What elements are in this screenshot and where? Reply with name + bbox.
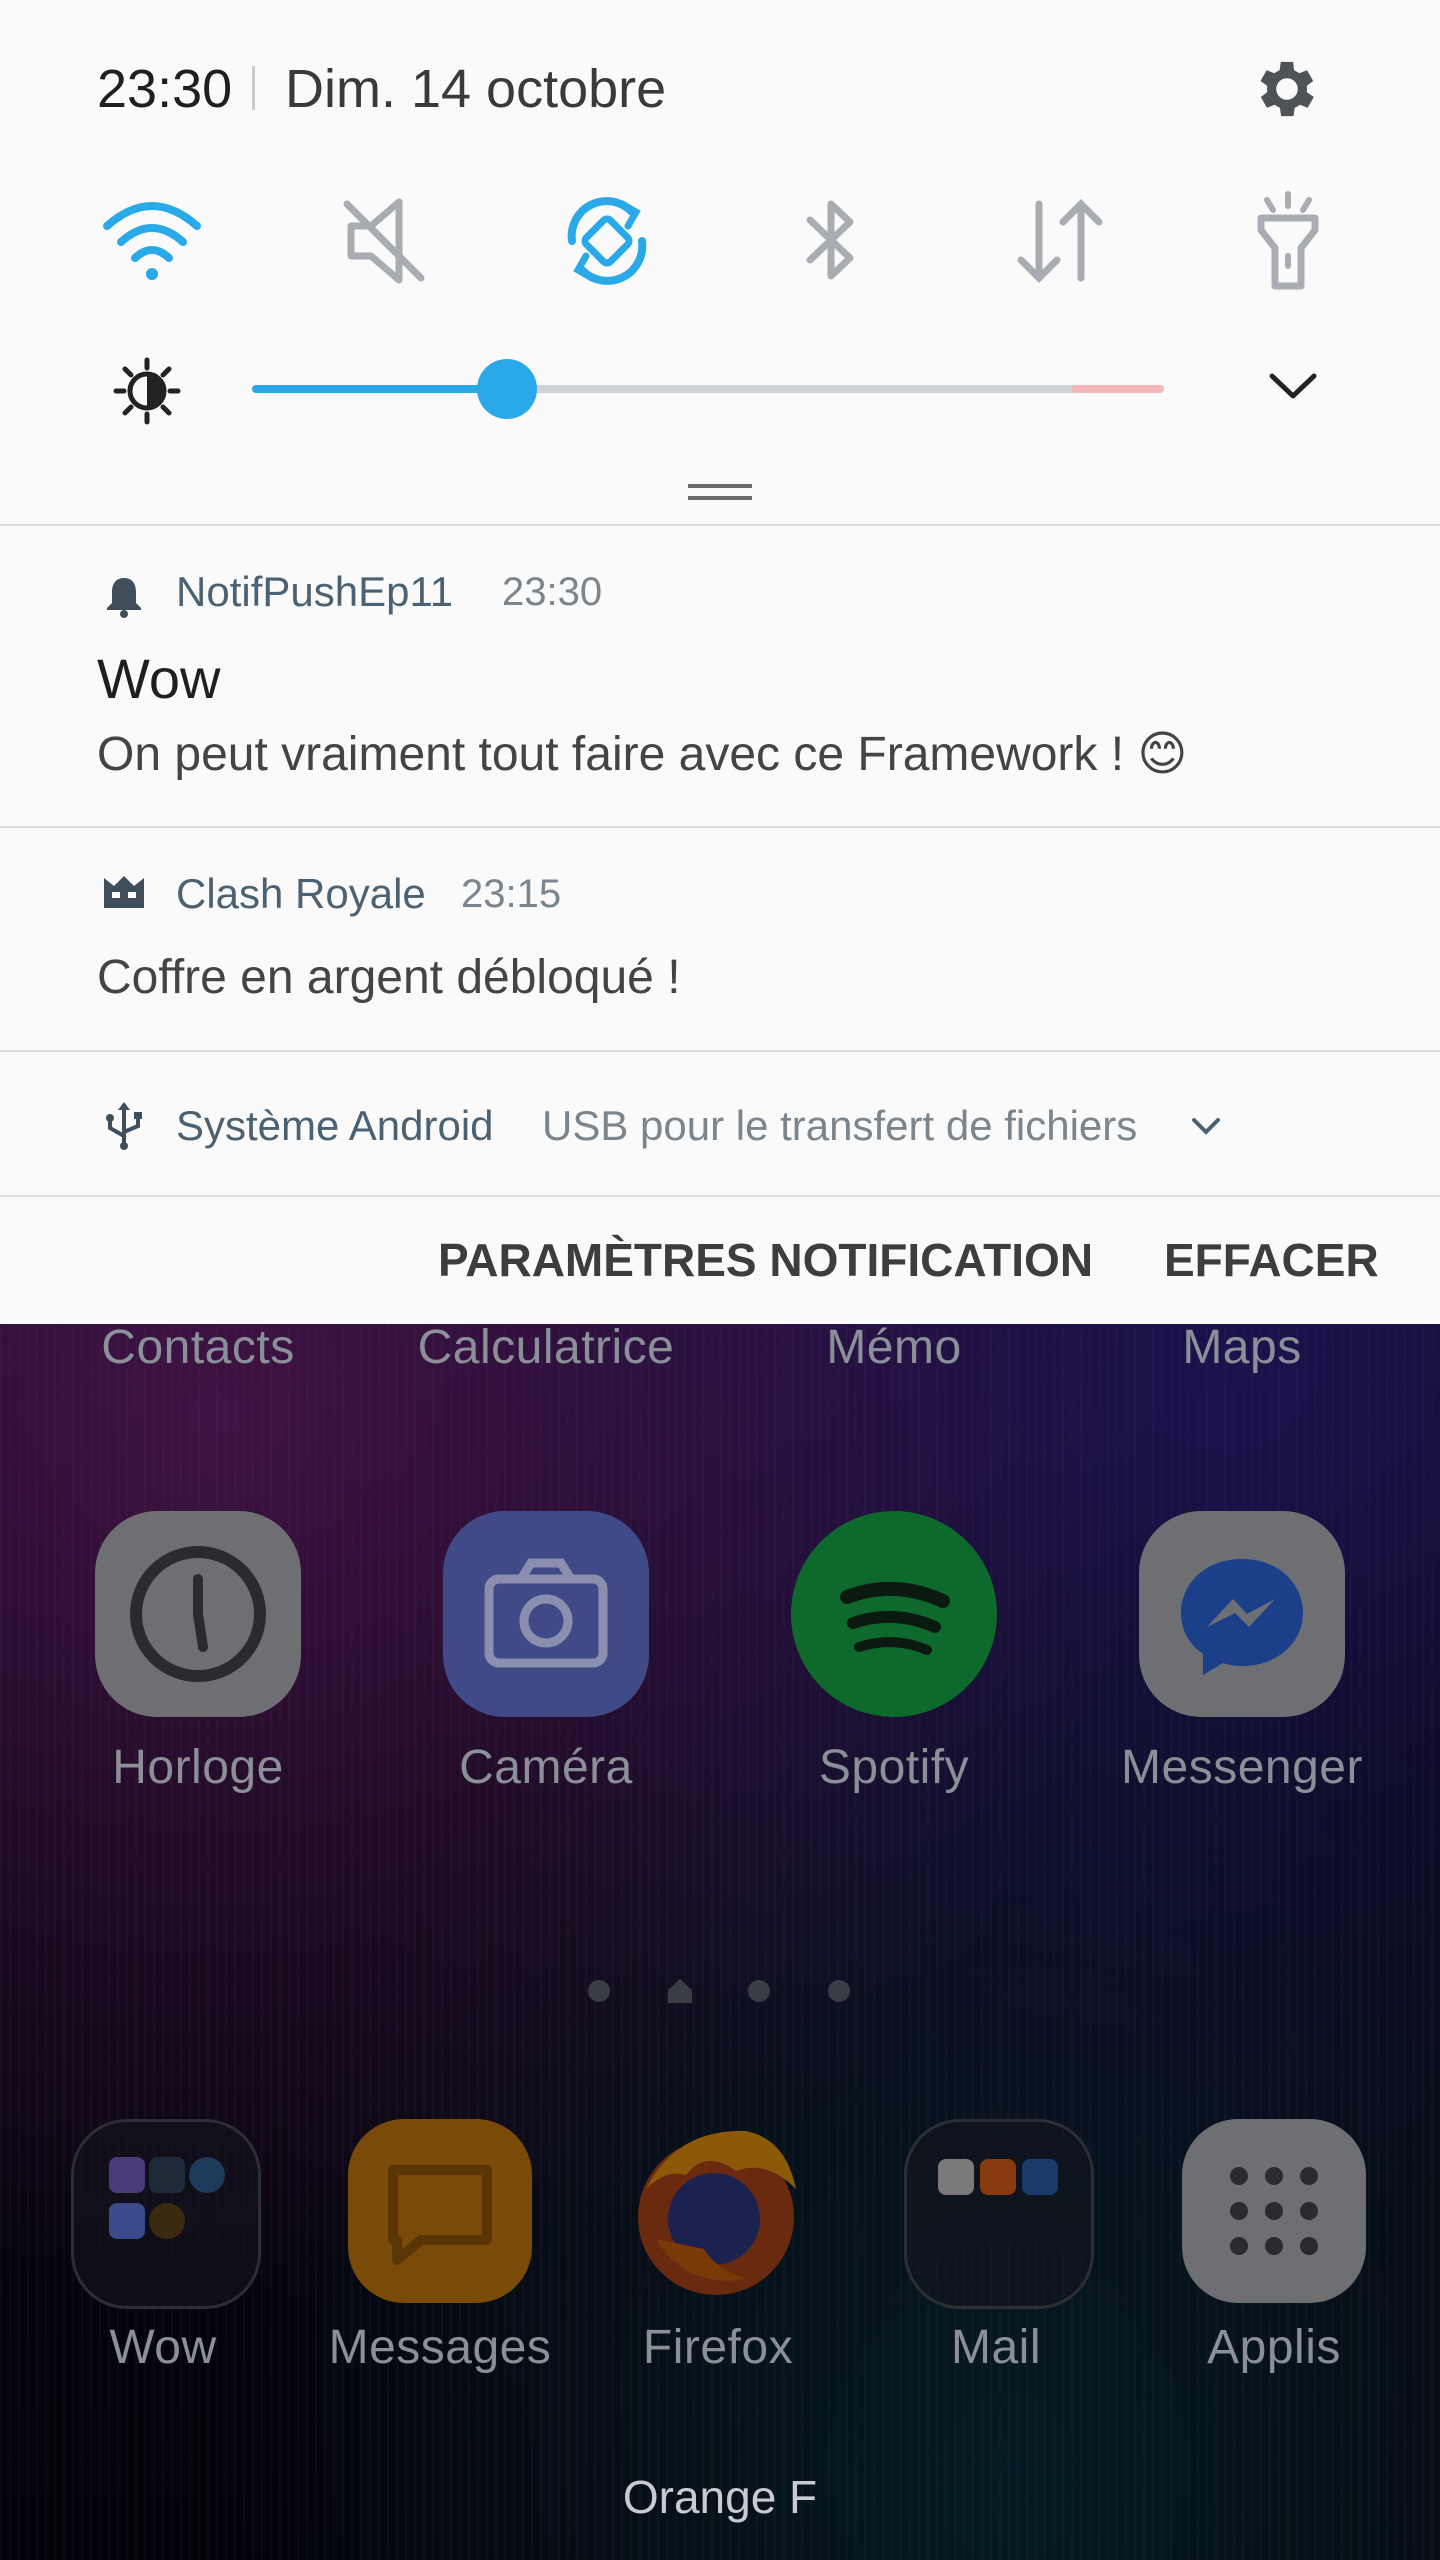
notification-time: 23:15: [461, 872, 562, 916]
firefox-icon: [638, 2130, 796, 2295]
notification-app-name: NotifPushEp11: [176, 568, 454, 615]
clash-royale-icon: [104, 876, 144, 908]
clock-time: 23:30: [97, 59, 233, 119]
chevron-down-icon[interactable]: [1266, 366, 1320, 406]
qs-rotate-toggle[interactable]: [552, 186, 662, 296]
wow-folder[interactable]: [71, 2119, 261, 2309]
qs-wifi-toggle[interactable]: [97, 186, 207, 296]
brightness-icon: [113, 357, 181, 425]
expand-chevron-icon[interactable]: [1188, 1114, 1224, 1140]
notification-actions-bar: PARAMÈTRES NOTIFICATION EFFACER: [0, 1195, 1440, 1324]
home-label-maps[interactable]: Maps: [1092, 1320, 1392, 1375]
header-divider: [252, 66, 255, 110]
carrier-label: Orange F: [622, 2471, 818, 2523]
home-label-contacts[interactable]: Contacts: [48, 1320, 348, 1375]
mail-folder[interactable]: [904, 2119, 1094, 2309]
settings-gear-icon[interactable]: [1250, 52, 1324, 126]
notification-body: On peut vraiment tout faire avec ce Fram…: [97, 728, 1188, 781]
app-label-spotify: Spotify: [818, 1741, 970, 1794]
spotify-icon: [840, 1581, 950, 1655]
page-dot[interactable]: [828, 1980, 850, 2002]
apps-grid-icon: [1230, 2167, 1318, 2255]
home-page-icon[interactable]: [664, 1976, 696, 2006]
flashlight-icon: [1257, 191, 1319, 290]
notification-shade: 23:30 Dim. 14 octobre NotifPushEp11 23:3…: [0, 0, 1440, 1324]
app-label-messenger: Messenger: [1121, 1741, 1363, 1794]
data-icon: [1017, 199, 1103, 283]
usb-icon: [106, 1102, 142, 1150]
brightness-slider-thumb[interactable]: [477, 359, 538, 419]
camera-app-icon[interactable]: [443, 1511, 649, 1717]
messages-app-icon[interactable]: [348, 2119, 532, 2303]
apps-drawer-button[interactable]: [1182, 2119, 1366, 2303]
qs-flashlight-toggle[interactable]: [1233, 186, 1343, 296]
header-date[interactable]: Dim. 14 octobre: [285, 58, 666, 120]
dock-label-wow: Wow: [109, 2321, 217, 2374]
dock-label-firefox: Firefox: [642, 2321, 794, 2374]
messenger-app-icon[interactable]: [1139, 1511, 1345, 1717]
dock-label-mail: Mail: [950, 2321, 1041, 2374]
qs-data-toggle[interactable]: [1005, 186, 1115, 296]
page-dot[interactable]: [748, 1980, 770, 2002]
notification-settings-button[interactable]: PARAMÈTRES NOTIFICATION: [438, 1233, 1093, 1287]
notification-card[interactable]: Clash Royale 23:15 Coffre en argent débl…: [0, 826, 1440, 1050]
brightness-track[interactable]: [252, 359, 1164, 419]
notification-time: 23:30: [502, 570, 603, 614]
spotify-app-icon[interactable]: [791, 1511, 997, 1717]
qs-sound-toggle[interactable]: [329, 186, 439, 296]
bluetooth-icon: [806, 200, 854, 280]
qs-bluetooth-toggle[interactable]: [776, 186, 886, 296]
system-notification[interactable]: Système Android USB pour le transfert de…: [0, 1050, 1440, 1196]
folder-icon: [109, 2157, 225, 2239]
camera-icon: [484, 1558, 608, 1668]
drag-handle[interactable]: [688, 484, 752, 488]
clock-icon: [130, 1546, 266, 1682]
mute-icon: [343, 198, 425, 284]
home-label-memo[interactable]: Mémo: [744, 1320, 1044, 1375]
system-notification-text: USB pour le transfert de fichiers: [542, 1102, 1138, 1149]
clear-all-button[interactable]: EFFACER: [1164, 1233, 1379, 1287]
notification-app-name: Clash Royale: [176, 870, 426, 917]
dock-label-applis: Applis: [1207, 2321, 1341, 2374]
drag-handle: [688, 496, 752, 500]
wifi-icon: [103, 202, 201, 280]
dock-label-messages: Messages: [328, 2321, 552, 2374]
home-screen: Contacts Calculatrice Mémo Maps Horloge …: [0, 1320, 1440, 2560]
messenger-icon: [1181, 1559, 1303, 1675]
app-label-horloge: Horloge: [112, 1741, 284, 1794]
notification-card[interactable]: NotifPushEp11 23:30 Wow On peut vraiment…: [0, 524, 1440, 826]
firefox-app-icon[interactable]: [626, 2119, 810, 2303]
notification-body: Coffre en argent débloqué !: [97, 951, 681, 1004]
page-dot[interactable]: [588, 1980, 610, 2002]
clock-app-icon[interactable]: [95, 1511, 301, 1717]
app-label-camera: Caméra: [459, 1741, 633, 1794]
rotate-icon: [567, 197, 647, 285]
home-label-calculatrice[interactable]: Calculatrice: [396, 1320, 696, 1375]
brightness-fill: [252, 385, 508, 393]
system-notification-app: Système Android: [176, 1102, 494, 1149]
messages-icon: [388, 2165, 492, 2265]
brightness-high-zone: [1072, 385, 1164, 393]
mail-folder-icon: [938, 2159, 1058, 2195]
notification-title: Wow: [97, 647, 221, 710]
bell-icon: [107, 578, 141, 618]
